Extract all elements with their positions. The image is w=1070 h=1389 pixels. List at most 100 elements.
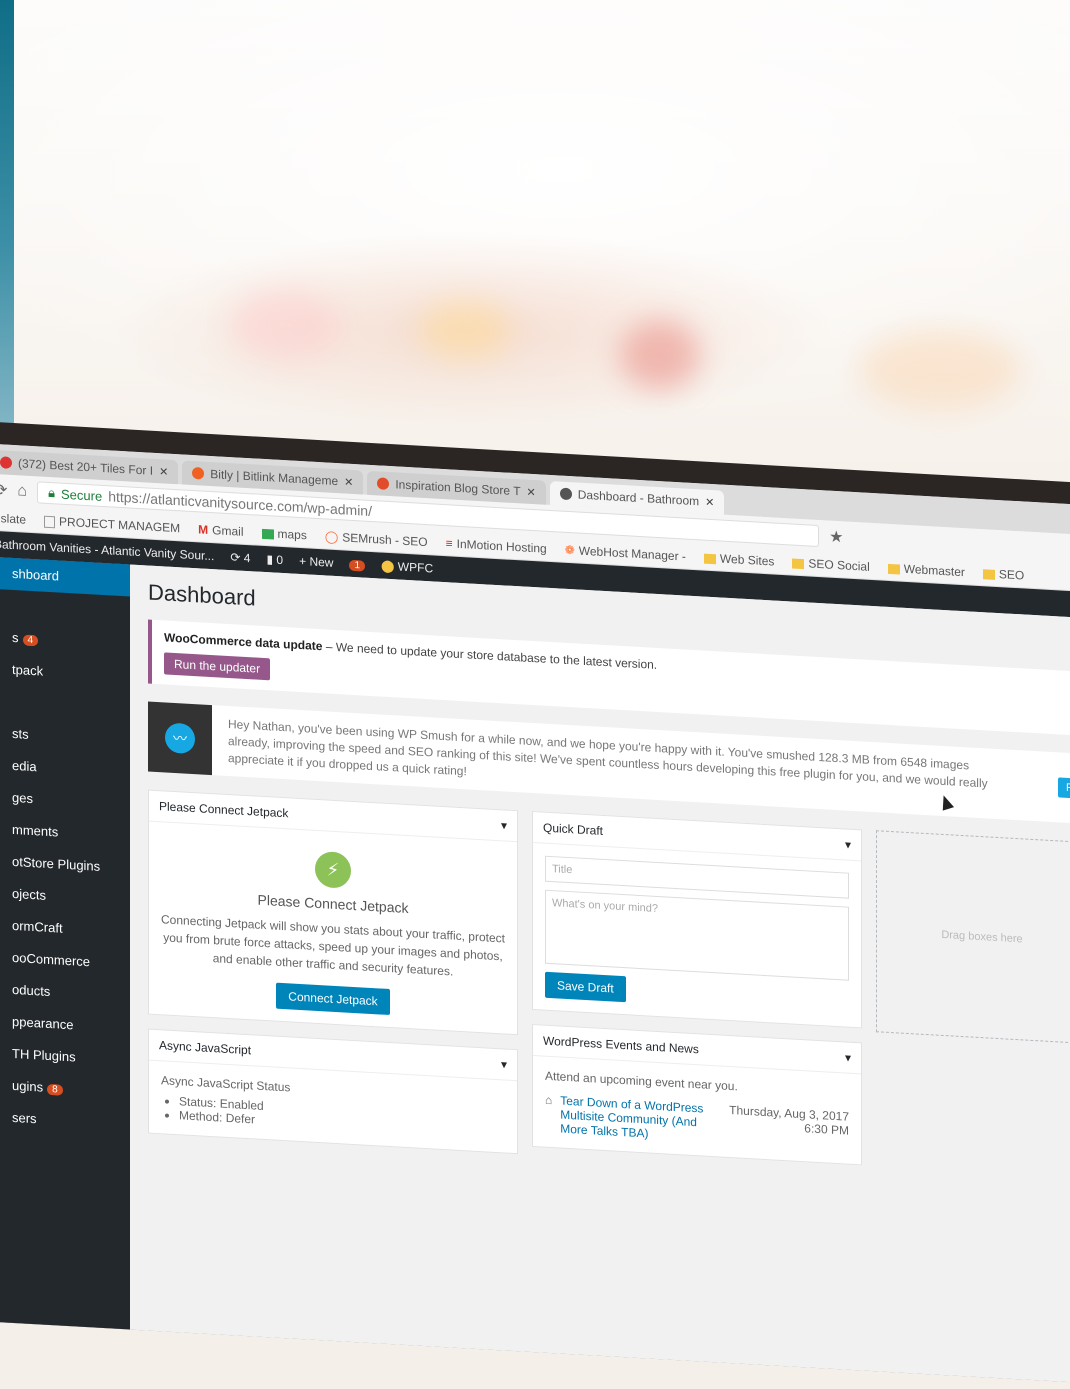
bookmark-label: InMotion Hosting: [456, 536, 547, 556]
close-tab-icon[interactable]: ✕: [344, 475, 353, 489]
smush-message: Hey Nathan, you've been using WP Smush f…: [228, 716, 988, 790]
smush-logo: 〰: [148, 701, 212, 776]
run-updater-button[interactable]: Run the updater: [164, 652, 271, 681]
bookmark-label: WebHost Manager -: [578, 543, 686, 564]
async-javascript-widget: Async JavaScript ▾ Async JavaScript Statu…: [148, 1028, 518, 1155]
bookmark-label: SEO: [998, 567, 1025, 583]
secure-label: Secure: [61, 486, 103, 504]
jetpack-widget: Please Connect Jetpack ▾ ⚡︎ Please Connec…: [148, 789, 518, 1036]
bookmark-label: SEO Social: [808, 556, 870, 574]
sidebar-item-label: ppearance: [12, 1013, 74, 1033]
new-content-link[interactable]: + New: [299, 554, 333, 570]
widget-column-2: Quick Draft ▾ Title What's on your mind? …: [532, 810, 862, 1173]
sidebar-item-label: mments: [12, 821, 59, 840]
whm-icon: ❁: [564, 542, 575, 558]
sidebar-item-label: oducts: [12, 981, 51, 1000]
notifications-link[interactable]: 1: [349, 557, 366, 572]
widget-column-3: Drag boxes here: [876, 830, 1070, 1186]
bookmark-label: maps: [277, 526, 307, 543]
widget-drop-zone[interactable]: Drag boxes here: [876, 830, 1070, 1045]
event-icon: ⌂: [545, 1092, 553, 1108]
bokeh-blur: [860, 330, 1020, 410]
wordpress-favicon-icon: [559, 487, 572, 501]
bookmark-item[interactable]: PROJECT MANAGEM: [44, 514, 180, 535]
bokeh-blur: [230, 290, 340, 360]
maps-icon: [261, 528, 274, 540]
tab-label: Bitly | Bitlink Manageme: [210, 466, 339, 489]
event-time-text: 6:30 PM: [804, 1121, 849, 1138]
bookmark-item[interactable]: SEO Social: [792, 556, 870, 574]
tab-label: Inspiration Blog Store T: [395, 477, 521, 499]
tab-favicon-icon: [377, 477, 390, 491]
sidebar-item-label: TH Plugins: [12, 1045, 76, 1065]
update-count-badge: 4: [22, 634, 39, 647]
sidebar-item-label: sts: [12, 725, 29, 742]
toggle-arrow-icon[interactable]: ▾: [845, 837, 851, 851]
toggle-arrow-icon[interactable]: ▾: [845, 1050, 851, 1064]
widget-column-1: Please Connect Jetpack ▾ ⚡︎ Please Connec…: [148, 789, 518, 1155]
event-row: ⌂ Tear Down of a WordPress Multisite Com…: [545, 1093, 849, 1152]
close-tab-icon[interactable]: ✕: [159, 465, 168, 479]
lock-icon: 🔒︎: [48, 484, 55, 501]
bookmark-item[interactable]: ◯ SEMrush - SEO: [325, 529, 428, 549]
bokeh-blur: [620, 320, 700, 390]
bookmark-item[interactable]: SEO: [982, 566, 1025, 583]
jetpack-bolt-icon: ⚡︎: [315, 850, 351, 889]
widget-title: Async JavaScript: [159, 1038, 252, 1058]
events-news-widget: WordPress Events and News ▾ Attend an upc…: [532, 1023, 862, 1166]
sidebar-item-label: ormCraft: [12, 917, 63, 936]
bookmark-item[interactable]: ❁ WebHost Manager -: [565, 543, 686, 564]
comments-link[interactable]: ▮ 0: [266, 552, 283, 567]
wp-admin-body: shboard s4 tpack sts edia ges mments otS…: [0, 556, 1070, 1389]
sidebar-item-label: shboard: [12, 565, 59, 584]
home-icon[interactable]: ⌂: [17, 482, 27, 501]
event-title-link[interactable]: Tear Down of a WordPress Multisite Commu…: [560, 1094, 720, 1145]
bookmark-item[interactable]: ≡ InMotion Hosting: [446, 536, 547, 556]
bookmark-item[interactable]: Web Sites: [703, 551, 774, 569]
bookmark-item[interactable]: Webmaster: [887, 561, 965, 580]
bookmark-item[interactable]: nslate: [0, 511, 26, 527]
connect-jetpack-button[interactable]: Connect Jetpack: [276, 982, 390, 1016]
sidebar-item-label: ugins: [12, 1077, 44, 1095]
toggle-arrow-icon[interactable]: ▾: [501, 818, 507, 832]
bookmark-label: Webmaster: [903, 561, 965, 580]
widget-title: WordPress Events and News: [543, 1033, 699, 1057]
bookmark-label: SEMrush - SEO: [342, 530, 428, 550]
draft-content-textarea[interactable]: What's on your mind?: [545, 889, 849, 981]
wpfc-link[interactable]: ⬤ WPFC: [381, 559, 433, 576]
tab-label: Dashboard - Bathroom: [577, 487, 700, 509]
sidebar-item-label: tpack: [12, 661, 44, 679]
close-tab-icon[interactable]: ✕: [527, 485, 536, 499]
updates-count: 4: [243, 550, 251, 566]
save-draft-button[interactable]: Save Draft: [545, 971, 626, 1003]
tab-label: (372) Best 20+ Tiles For I: [18, 456, 154, 478]
rate-wp-smush-button[interactable]: Rate WP: [1057, 777, 1070, 801]
bokeh-blur: [420, 300, 510, 360]
bookmark-item[interactable]: M Gmail: [198, 522, 243, 539]
folder-icon: [887, 563, 900, 575]
sidebar-item-label: s: [12, 629, 19, 646]
sidebar-item-label: ooCommerce: [12, 949, 91, 970]
widget-body: Title What's on your mind? Save Draft: [533, 843, 861, 1027]
dashboard-widgets: Please Connect Jetpack ▾ ⚡︎ Please Connec…: [148, 789, 1070, 1192]
folder-icon: [703, 553, 716, 565]
semrush-icon: ◯: [324, 529, 339, 545]
jetpack-description: Connecting Jetpack will show you stats a…: [161, 912, 505, 979]
toggle-arrow-icon[interactable]: ▾: [501, 1057, 507, 1071]
star-icon[interactable]: ★: [829, 527, 843, 548]
close-tab-icon[interactable]: ✕: [705, 495, 714, 509]
folder-icon: [792, 558, 805, 570]
tab-favicon-icon: [0, 456, 12, 469]
page-icon: [44, 515, 56, 529]
updates-link[interactable]: ⟳ 4: [230, 550, 250, 565]
bitly-favicon-icon: [192, 466, 205, 480]
wpfc-icon: ⬤: [381, 558, 395, 574]
notice-text: – We need to update your store database …: [322, 639, 658, 672]
widget-body: ⚡︎ Please Connect Jetpack Connecting Jet…: [149, 822, 517, 1035]
bookmark-item[interactable]: maps: [261, 526, 307, 543]
reload-icon[interactable]: ⟳: [0, 480, 7, 501]
plugin-count-badge: 8: [47, 1083, 63, 1096]
sidebar-item-label: edia: [12, 757, 37, 775]
bookmark-label: nslate: [0, 510, 27, 527]
sidebar-item-label: ojects: [12, 885, 46, 903]
